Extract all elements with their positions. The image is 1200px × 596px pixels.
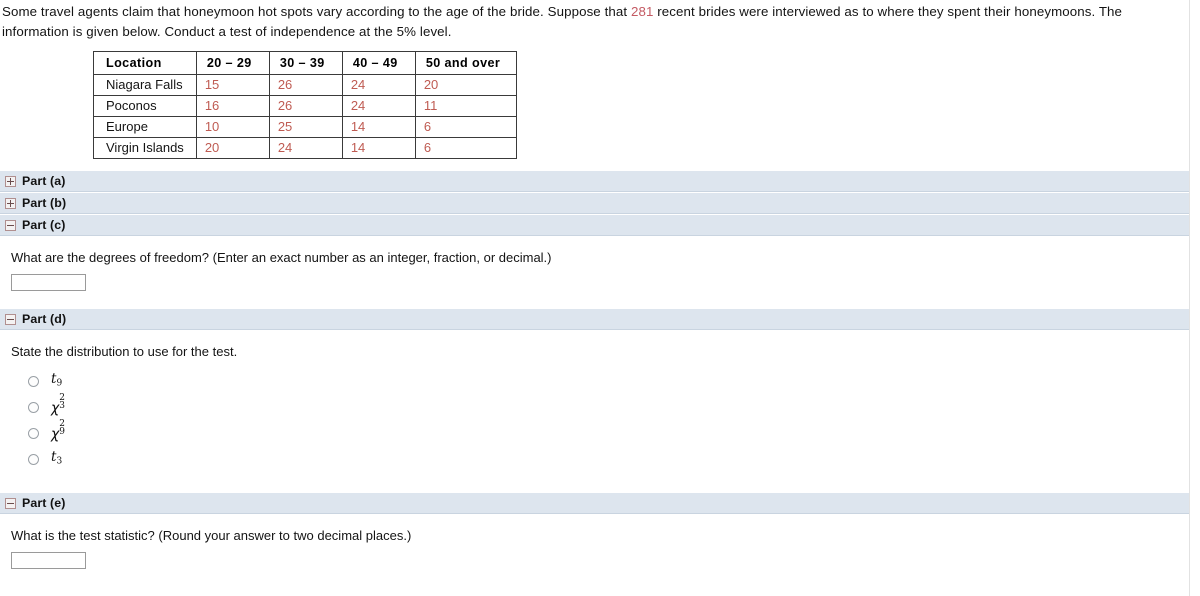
cell-value: 15 bbox=[195, 74, 270, 96]
distribution-options: t9 χ23 χ29 t3 bbox=[0, 368, 1189, 472]
part-label-d: Part (d) bbox=[22, 312, 67, 326]
part-body-e: What is the test statistic? (Round your … bbox=[0, 514, 1189, 596]
cell-value: 14 bbox=[341, 116, 416, 138]
cell-value: 20 bbox=[414, 74, 517, 96]
column-header-location: Location bbox=[93, 51, 197, 75]
column-header-30-39: 30 – 39 bbox=[268, 51, 343, 75]
cell-location: Niagara Falls bbox=[93, 74, 197, 96]
table-row: Poconos 16 26 24 11 bbox=[93, 95, 517, 117]
cell-location: Virgin Islands bbox=[93, 137, 197, 159]
part-body-c: What are the degrees of freedom? (Enter … bbox=[0, 236, 1189, 308]
cell-location: Poconos bbox=[93, 95, 197, 117]
table-header-row: Location 20 – 29 30 – 39 40 – 49 50 and … bbox=[93, 51, 517, 75]
part-label-b: Part (b) bbox=[22, 196, 67, 210]
question-text-d: State the distribution to use for the te… bbox=[11, 344, 238, 359]
cell-value: 6 bbox=[414, 116, 517, 138]
cell-value: 24 bbox=[341, 95, 416, 117]
radio-button-icon[interactable] bbox=[28, 375, 39, 387]
plus-box-icon[interactable] bbox=[5, 197, 16, 209]
cell-value: 10 bbox=[195, 116, 270, 138]
table-body: Niagara Falls 15 26 24 20 Poconos 16 26 … bbox=[93, 74, 517, 159]
cell-value: 26 bbox=[268, 74, 343, 96]
part-header-d[interactable]: Part (d) bbox=[0, 308, 1189, 330]
part-header-e[interactable]: Part (e) bbox=[0, 492, 1189, 514]
cell-value: 24 bbox=[341, 74, 416, 96]
radio-button-icon[interactable] bbox=[28, 401, 39, 413]
cell-value: 14 bbox=[341, 137, 416, 159]
column-header-20-29: 20 – 29 bbox=[195, 51, 270, 75]
cell-value: 25 bbox=[268, 116, 343, 138]
minus-box-icon[interactable] bbox=[5, 497, 16, 509]
cell-value: 20 bbox=[195, 137, 270, 159]
problem-statement: Some travel agents claim that honeymoon … bbox=[0, 0, 1189, 42]
minus-box-icon[interactable] bbox=[5, 219, 16, 231]
part-header-b[interactable]: Part (b) bbox=[0, 192, 1189, 214]
test-statistic-input[interactable] bbox=[11, 552, 86, 569]
table-row: Virgin Islands 20 24 14 6 bbox=[93, 137, 517, 159]
option-chi2-9[interactable]: χ29 bbox=[0, 418, 1189, 446]
table-head: Location 20 – 29 30 – 39 40 – 49 50 and … bbox=[93, 51, 517, 75]
part-header-a[interactable]: Part (a) bbox=[0, 170, 1189, 192]
table-row: Niagara Falls 15 26 24 20 bbox=[93, 74, 517, 96]
question-text-e: What is the test statistic? (Round your … bbox=[11, 528, 412, 543]
cell-value: 16 bbox=[195, 95, 270, 117]
option-chi2-3[interactable]: χ23 bbox=[0, 392, 1189, 420]
honeymoon-data-table: Location 20 – 29 30 – 39 40 – 49 50 and … bbox=[93, 51, 517, 159]
cell-value: 26 bbox=[268, 95, 343, 117]
data-table-container: Location 20 – 29 30 – 39 40 – 49 50 and … bbox=[0, 42, 1189, 170]
radio-button-icon[interactable] bbox=[28, 427, 39, 439]
part-body-d: State the distribution to use for the te… bbox=[0, 330, 1189, 492]
option-label-t3: t3 bbox=[51, 449, 63, 467]
radio-button-icon[interactable] bbox=[28, 453, 39, 465]
option-label-t9: t9 bbox=[51, 371, 63, 389]
option-label-chi2-3: χ23 bbox=[51, 392, 66, 416]
degrees-of-freedom-input[interactable] bbox=[11, 274, 86, 291]
problem-text-part1: Some travel agents claim that honeymoon … bbox=[2, 4, 631, 19]
option-t3[interactable]: t3 bbox=[0, 446, 1189, 472]
problem-sample-size: 281 bbox=[630, 4, 654, 19]
column-header-50-and-over: 50 and over bbox=[414, 51, 517, 75]
cell-location: Europe bbox=[93, 116, 197, 138]
part-label-c: Part (c) bbox=[22, 218, 66, 232]
option-t9[interactable]: t9 bbox=[0, 368, 1189, 394]
cell-value: 24 bbox=[268, 137, 343, 159]
cell-value: 11 bbox=[414, 95, 517, 117]
option-label-chi2-9: χ29 bbox=[51, 418, 66, 442]
column-header-40-49: 40 – 49 bbox=[341, 51, 416, 75]
part-label-a: Part (a) bbox=[22, 174, 66, 188]
plus-box-icon[interactable] bbox=[5, 175, 16, 187]
table-row: Europe 10 25 14 6 bbox=[93, 116, 517, 138]
minus-box-icon[interactable] bbox=[5, 313, 16, 325]
part-label-e: Part (e) bbox=[22, 496, 66, 510]
exercise-page: Some travel agents claim that honeymoon … bbox=[0, 0, 1190, 596]
part-header-c[interactable]: Part (c) bbox=[0, 214, 1189, 236]
question-text-c: What are the degrees of freedom? (Enter … bbox=[11, 250, 552, 265]
cell-value: 6 bbox=[414, 137, 517, 159]
